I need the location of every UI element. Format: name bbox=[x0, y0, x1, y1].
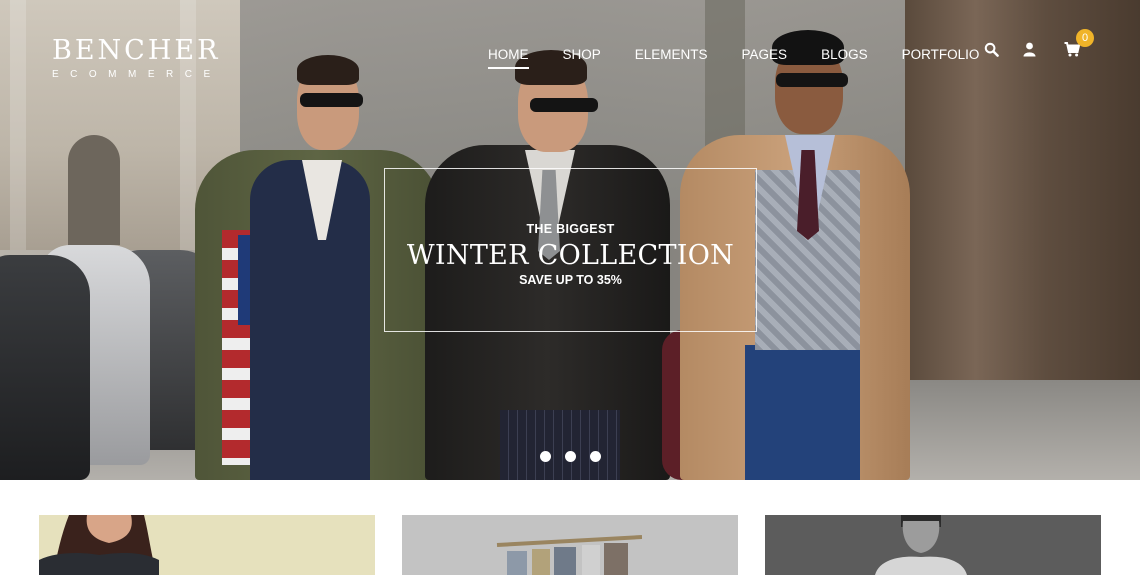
nav-item-portfolio[interactable]: PORTFOLIO bbox=[902, 47, 980, 66]
hero-model-pants bbox=[500, 410, 620, 480]
hero-caption-box: THE BIGGEST WINTER COLLECTION SAVE UP TO… bbox=[384, 168, 757, 332]
slider-dot-2[interactable] bbox=[565, 451, 576, 462]
sunglasses bbox=[300, 93, 363, 107]
category-card-women[interactable] bbox=[39, 515, 375, 575]
hero-title: WINTER COLLECTION bbox=[406, 240, 735, 271]
nav-item-home[interactable]: HOME bbox=[488, 47, 529, 69]
man-model-image bbox=[875, 515, 967, 575]
category-card-men[interactable] bbox=[765, 515, 1101, 575]
hero-model-pants bbox=[745, 345, 860, 480]
cart-count-badge: 0 bbox=[1076, 29, 1094, 47]
hero-model-suit bbox=[250, 160, 370, 480]
woman-model-image bbox=[39, 515, 159, 575]
user-icon[interactable] bbox=[1023, 42, 1043, 62]
nav-item-shop[interactable]: SHOP bbox=[563, 47, 601, 66]
category-card-accessories[interactable] bbox=[402, 515, 738, 575]
slider-pagination bbox=[540, 451, 615, 462]
brand-tagline: ECOMMERCE bbox=[52, 69, 222, 80]
sunglasses bbox=[530, 98, 598, 112]
slider-dot-1[interactable] bbox=[540, 451, 551, 462]
hero-pretitle: THE BIGGEST bbox=[526, 222, 615, 236]
search-icon[interactable] bbox=[984, 42, 1004, 62]
category-cards bbox=[39, 515, 1102, 575]
nav-item-pages[interactable]: PAGES bbox=[742, 47, 788, 66]
sunglasses bbox=[776, 73, 848, 87]
slider-dot-3[interactable] bbox=[590, 451, 601, 462]
main-nav: HOME SHOP ELEMENTS PAGES BLOGS PORTFOLIO bbox=[488, 47, 1013, 69]
brand-name: BENCHER bbox=[52, 35, 221, 66]
clothing-rack-image bbox=[496, 535, 642, 575]
hero-subtitle: SAVE UP TO 35% bbox=[519, 273, 622, 287]
hero-model-hair bbox=[297, 55, 359, 85]
brand-logo[interactable]: BENCHER ECOMMERCE bbox=[52, 35, 222, 81]
nav-item-elements[interactable]: ELEMENTS bbox=[635, 47, 708, 66]
nav-item-blogs[interactable]: BLOGS bbox=[821, 47, 868, 66]
hero-car bbox=[0, 255, 90, 480]
